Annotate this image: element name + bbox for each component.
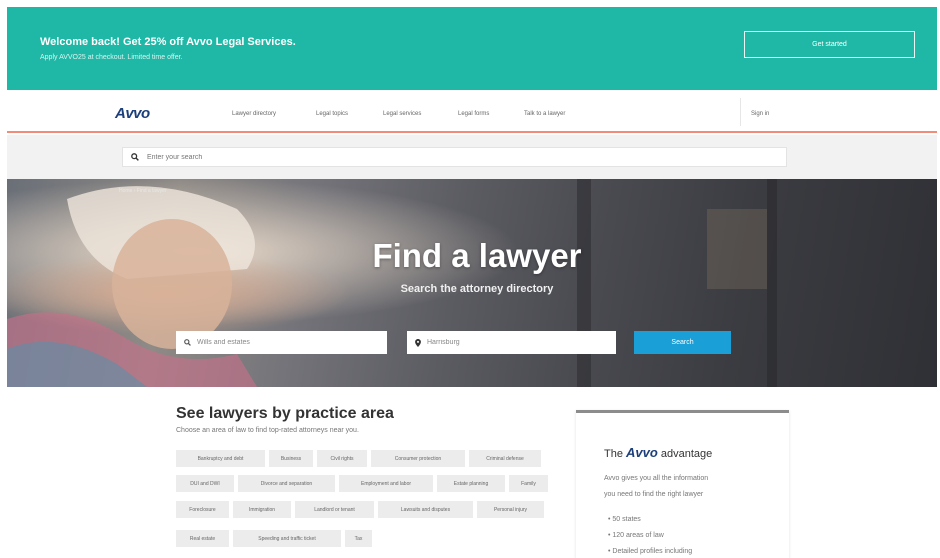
nav-talk-to-a-lawyer[interactable]: Talk to a lawyer	[524, 111, 565, 117]
breadcrumb[interactable]: Home › Find a lawyer	[119, 188, 167, 194]
practice-tag-consumer-protection[interactable]: Consumer protection	[371, 450, 465, 467]
search-button[interactable]: Search	[634, 331, 731, 354]
practice-tag-foreclosure[interactable]: Foreclosure	[176, 501, 229, 518]
avvo-logo[interactable]: Avvo	[115, 105, 150, 122]
practice-area-title: See lawyers by practice area	[176, 405, 394, 422]
practice-tag-real-estate[interactable]: Real estate	[176, 530, 229, 547]
practice-tag-civil-rights[interactable]: Civil rights	[317, 450, 367, 467]
practice-tag-criminal-defense[interactable]: Criminal defense	[469, 450, 541, 467]
avvo-advantage-card: The Avvo advantage Avvo gives you all th…	[576, 410, 789, 558]
search-icon	[131, 153, 139, 161]
practice-tag-bankruptcy[interactable]: Bankruptcy and debt	[176, 450, 265, 467]
practice-tag-speeding-traffic[interactable]: Speeding and traffic ticket	[233, 530, 341, 547]
promo-subtitle: Apply AVVO25 at checkout. Limited time o…	[40, 54, 183, 61]
nav-legal-topics[interactable]: Legal topics	[316, 111, 348, 117]
location-field[interactable]	[407, 331, 616, 354]
advantage-bullet: • 120 areas of law	[608, 532, 664, 539]
practice-tag-tax[interactable]: Tax	[345, 530, 372, 547]
search-icon	[184, 339, 191, 346]
site-search-box[interactable]	[122, 147, 787, 167]
advantage-title: The Avvo advantage	[604, 445, 712, 460]
nav-divider	[740, 98, 741, 126]
page-title: Find a lawyer	[372, 237, 582, 274]
practice-tag-estate-planning[interactable]: Estate planning	[437, 475, 505, 492]
nav-lawyer-directory[interactable]: Lawyer directory	[232, 111, 276, 117]
search-band	[7, 135, 937, 179]
practice-tag-divorce[interactable]: Divorce and separation	[238, 475, 335, 492]
advantage-title-brand: Avvo	[626, 445, 658, 460]
practice-tag-landlord-tenant[interactable]: Landlord or tenant	[295, 501, 374, 518]
advantage-title-suffix: advantage	[660, 448, 713, 460]
practice-tag-employment[interactable]: Employment and labor	[339, 475, 433, 492]
advantage-bullet: • 50 states	[608, 516, 641, 523]
practice-area-subtitle: Choose an area of law to find top-rated …	[176, 427, 359, 434]
page-subtitle: Search the attorney directory	[400, 283, 554, 295]
advantage-bullet: • Detailed profiles including	[608, 548, 693, 555]
practice-tag-dui-dwi[interactable]: DUI and DWI	[176, 475, 234, 492]
practice-tag-lawsuits[interactable]: Lawsuits and disputes	[378, 501, 473, 518]
practice-area-input[interactable]	[197, 339, 377, 346]
advantage-title-prefix: The	[604, 448, 623, 460]
sign-in-link[interactable]: Sign in	[751, 111, 769, 117]
promo-title: Welcome back! Get 25% off Avvo Legal Ser…	[40, 36, 296, 48]
location-pin-icon	[415, 338, 421, 347]
practice-tag-personal-injury[interactable]: Personal injury	[477, 501, 544, 518]
site-search-input[interactable]	[147, 153, 747, 161]
advantage-text-line-1: Avvo gives you all the information	[604, 475, 709, 482]
practice-tag-family[interactable]: Family	[509, 475, 548, 492]
advantage-text-line-2: you need to find the right lawyer	[604, 491, 704, 498]
top-nav: Avvo Lawyer directory Legal topics Legal…	[7, 90, 937, 133]
hero-banner: Home › Find a lawyer Find a lawyer Searc…	[7, 179, 937, 387]
get-started-button[interactable]: Get started	[744, 31, 915, 58]
practice-area-field[interactable]	[176, 331, 387, 354]
nav-legal-forms[interactable]: Legal forms	[458, 111, 489, 117]
promo-banner: Welcome back! Get 25% off Avvo Legal Ser…	[7, 7, 937, 90]
location-input[interactable]	[427, 339, 607, 346]
nav-legal-services[interactable]: Legal services	[383, 111, 421, 117]
practice-tag-business[interactable]: Business	[269, 450, 313, 467]
practice-tag-immigration[interactable]: Immigration	[233, 501, 291, 518]
